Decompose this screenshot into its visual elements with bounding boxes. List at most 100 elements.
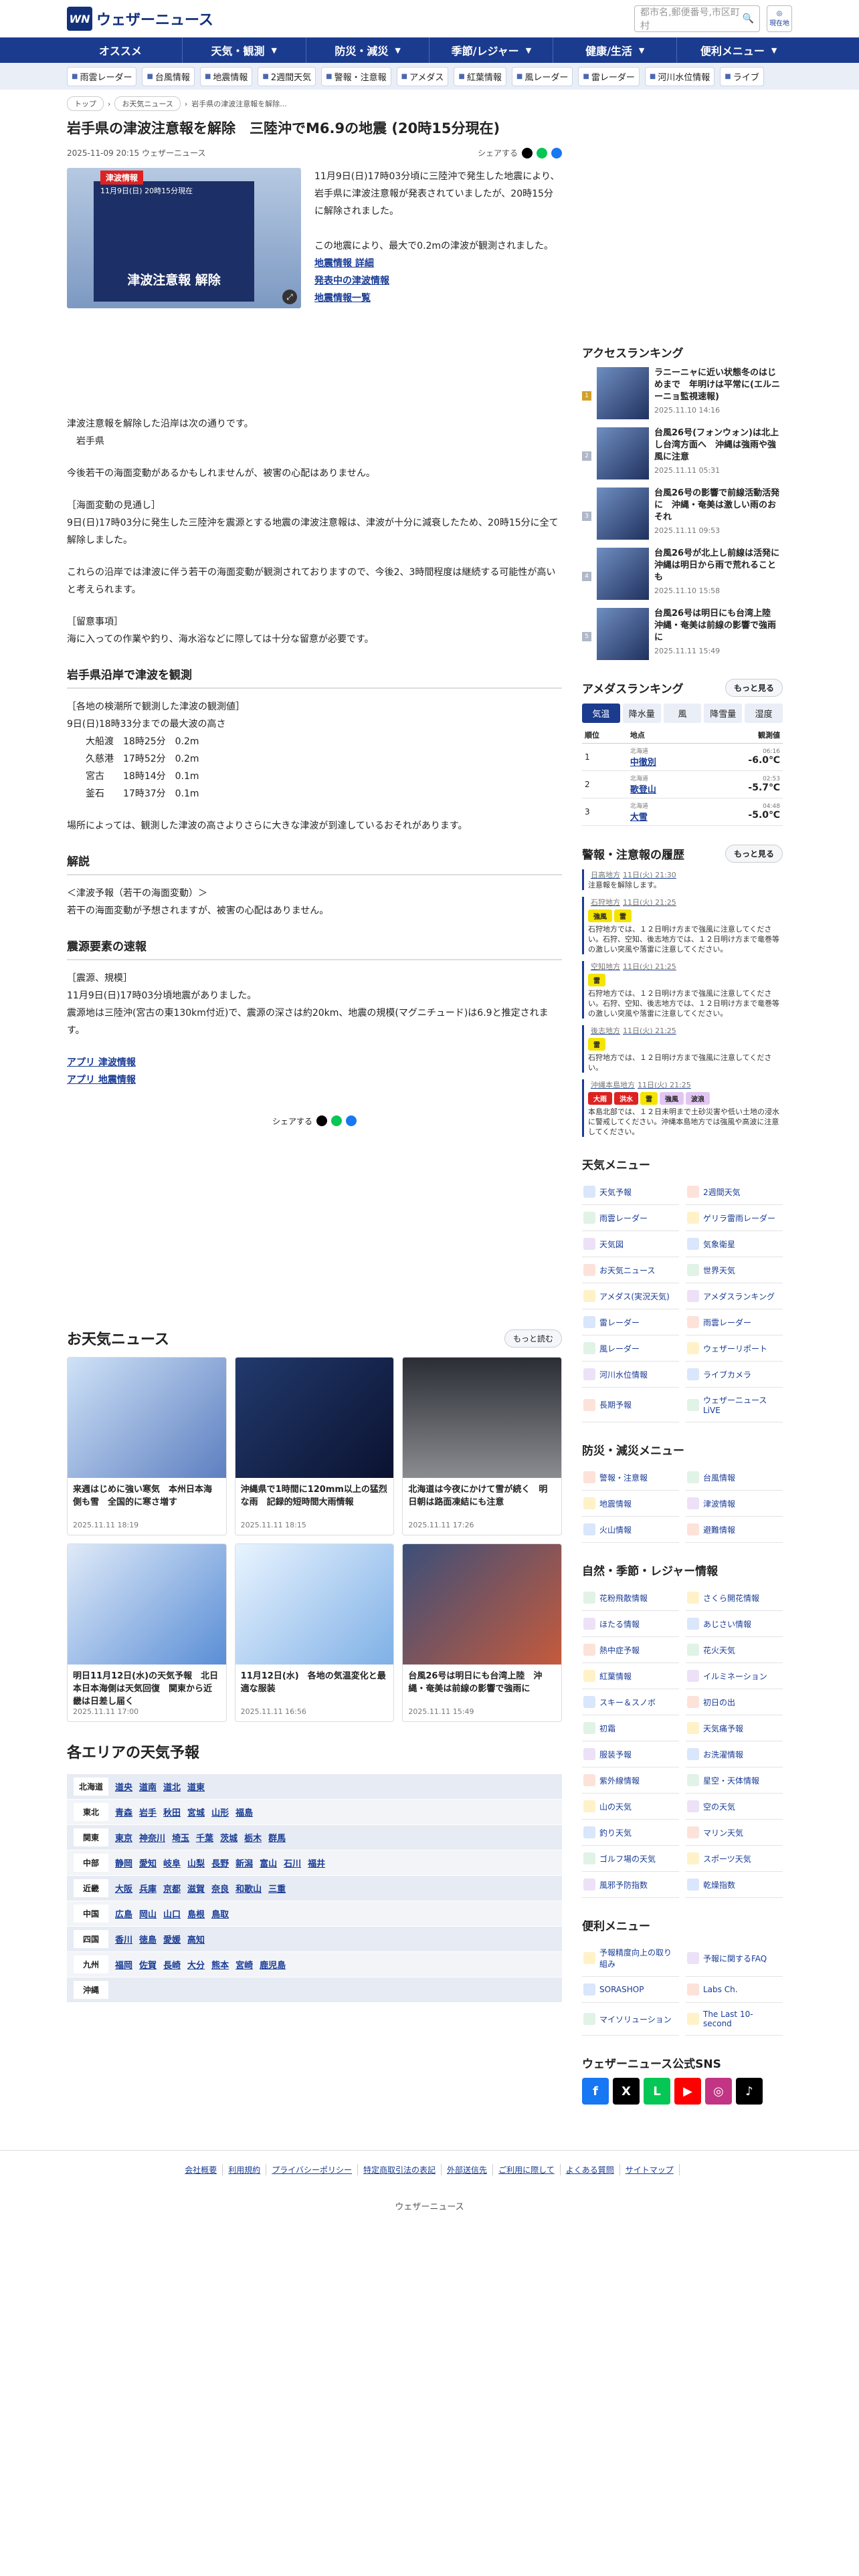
menu-item[interactable]: 空の天気 [686,1794,783,1820]
gnav-item[interactable]: 天気・観測 ▼ [183,37,306,63]
prefecture-link[interactable]: 徳島 [139,1933,157,1945]
prefecture-link[interactable]: 秋田 [163,1806,181,1818]
menu-item[interactable]: 雨雲レーダー [686,1309,783,1335]
subnav-item[interactable]: ■ 警報・注意報 [321,66,391,86]
prefecture-link[interactable]: 福井 [308,1856,325,1869]
subnav-item[interactable]: ■ ライブ [720,66,764,86]
warning-item[interactable]: 日高地方 11日(火) 21:30 注意報を解除します。 [582,869,783,890]
menu-item[interactable]: 初日の出 [686,1689,783,1715]
prefecture-link[interactable]: 宮城 [187,1806,205,1818]
subnav-item[interactable]: ■ 2週間天気 [258,66,316,86]
menu-item[interactable]: 初霜 [582,1715,679,1741]
search-input[interactable]: 都市名,郵便番号,市区町村 🔍 [634,5,760,32]
ranking-item[interactable]: 5 台風26号は明日にも台湾上陸 沖縄・奄美は前線の影響で強雨に 2025.11.1… [582,608,783,660]
menu-item[interactable]: 雷レーダー [582,1309,679,1335]
prefecture-link[interactable]: 広島 [115,1907,132,1920]
news-card[interactable]: 明日11月12日(水)の天気予報 北日本日本海側は天気回復 関東から近畿は日差し… [67,1543,227,1722]
prefecture-link[interactable]: 道東 [187,1780,205,1793]
menu-item[interactable]: 長期予報 [582,1388,679,1422]
menu-item[interactable]: 予報精度向上の取り組み [582,1940,679,1977]
gnav-item[interactable]: オススメ [59,37,183,63]
ranking-item[interactable]: 1 ラニーニャに近い状態冬のはじめまで 年明けは平常に(エルニーニョ監視速報) 20… [582,367,783,419]
menu-item[interactable]: 花粉飛散情報 [582,1585,679,1611]
subnav-item[interactable]: ■ 河川水位情報 [644,66,715,86]
menu-item[interactable]: 星空・天体情報 [686,1767,783,1794]
amedas-tab[interactable]: 気温 [582,704,620,723]
subnav-item[interactable]: ■ 地震情報 [199,66,253,86]
amedas-tab[interactable]: 湿度 [745,704,783,723]
menu-item[interactable]: ウェザーリポート [686,1335,783,1362]
link-tsunami-info[interactable]: 発表中の津波情報 [314,272,562,290]
prefecture-link[interactable]: 青森 [115,1806,132,1818]
menu-item[interactable]: ウェザーニュースLiVE [686,1388,783,1422]
prefecture-link[interactable]: 福岡 [115,1958,132,1971]
menu-item[interactable]: ライブカメラ [686,1362,783,1388]
prefecture-link[interactable]: 岡山 [139,1907,157,1920]
menu-item[interactable]: Labs Ch. [686,1977,783,2003]
prefecture-link[interactable]: 兵庫 [139,1882,157,1895]
prefecture-link[interactable]: 鹿児島 [260,1958,286,1971]
link-eq-detail[interactable]: 地震情報 詳細 [314,255,562,272]
news-card[interactable]: 沖縄県で1時間に120mm以上の猛烈な雨 記録的短時間大雨情報 2025.11.1… [234,1357,395,1535]
menu-item[interactable]: マリン天気 [686,1820,783,1846]
prefecture-link[interactable]: 群馬 [268,1831,286,1844]
warning-more-button[interactable]: もっと見る [725,845,783,863]
footer-link[interactable]: 外部送信先 [442,2164,494,2175]
footer-link[interactable]: 会社概要 [179,2164,223,2175]
warning-area[interactable]: 石狩地方 [591,898,620,907]
amedas-more-button[interactable]: もっと見る [725,679,783,697]
warning-area[interactable]: 空知地方 [591,962,620,971]
menu-item[interactable]: アメダス(実況天気) [582,1283,679,1309]
menu-item[interactable]: 河川水位情報 [582,1362,679,1388]
prefecture-link[interactable]: 岩手 [139,1806,157,1818]
prefecture-link[interactable]: 石川 [284,1856,301,1869]
footer-link[interactable]: ご利用に際して [493,2164,561,2175]
menu-item[interactable]: 服装予報 [582,1741,679,1767]
breadcrumb-item[interactable]: トップ [67,96,104,111]
facebook-icon[interactable]: f [582,2078,609,2105]
facebook-share-icon[interactable] [346,1115,357,1126]
prefecture-link[interactable]: 福島 [235,1806,253,1818]
prefecture-link[interactable]: 栃木 [244,1831,262,1844]
menu-item[interactable]: スキー＆スノボ [582,1689,679,1715]
warning-area[interactable]: 後志地方 [591,1027,620,1035]
instagram-icon[interactable]: ◎ [705,2078,732,2105]
line-share-icon[interactable] [537,147,547,158]
prefecture-link[interactable]: 京都 [163,1882,181,1895]
menu-item[interactable]: 紅葉情報 [582,1663,679,1689]
menu-item[interactable]: 釣り天気 [582,1820,679,1846]
prefecture-link[interactable]: 島根 [187,1907,205,1920]
news-card[interactable]: 台風26号は明日にも台湾上陸 沖縄・奄美は前線の影響で強雨に 2025.11.11… [402,1543,562,1722]
ranking-item[interactable]: 3 台風26号の影響で前線活動活発に 沖縄・奄美は激しい雨のおそれ 2025.11.… [582,488,783,540]
menu-item[interactable]: 世界天気 [686,1257,783,1283]
prefecture-link[interactable]: 千葉 [196,1831,213,1844]
gnav-item[interactable]: 健康/生活 ▼ [553,37,678,63]
footer-link[interactable]: よくある質問 [561,2164,620,2175]
youtube-icon[interactable]: ▶ [674,2078,701,2105]
x-icon[interactable]: X [613,2078,640,2105]
prefecture-link[interactable]: 奈良 [211,1882,229,1895]
prefecture-link[interactable]: 山梨 [187,1856,205,1869]
app-earthquake-link[interactable]: アプリ 地震情報 [67,1071,562,1089]
prefecture-link[interactable]: 埼玉 [172,1831,189,1844]
prefecture-link[interactable]: 長崎 [163,1958,181,1971]
prefecture-link[interactable]: 高知 [187,1933,205,1945]
menu-item[interactable]: 花火天気 [686,1637,783,1663]
menu-item[interactable]: 風邪予防指数 [582,1872,679,1898]
menu-item[interactable]: 熱中症予報 [582,1637,679,1663]
menu-item[interactable]: スポーツ天気 [686,1846,783,1872]
warning-item[interactable]: 石狩地方 11日(火) 21:25 強風雷石狩地方では、１２日明け方まで強風に注意し… [582,897,783,954]
breadcrumb-item[interactable]: お天気ニュース [114,96,181,111]
menu-item[interactable]: あじさい情報 [686,1611,783,1637]
subnav-item[interactable]: ■ 台風情報 [142,66,195,86]
prefecture-link[interactable]: 神奈川 [139,1831,165,1844]
prefecture-link[interactable]: 香川 [115,1933,132,1945]
gnav-item[interactable]: 季節/レジャー ▼ [430,37,554,63]
subnav-item[interactable]: ■ 雷レーダー [578,66,640,86]
prefecture-link[interactable]: 大阪 [115,1882,132,1895]
menu-item[interactable]: The Last 10-second [686,2003,783,2036]
amedas-tab[interactable]: 風 [663,704,702,723]
zoom-icon[interactable]: ⤢ [282,290,297,304]
menu-item[interactable]: さくら開花情報 [686,1585,783,1611]
prefecture-link[interactable]: 三重 [268,1882,286,1895]
